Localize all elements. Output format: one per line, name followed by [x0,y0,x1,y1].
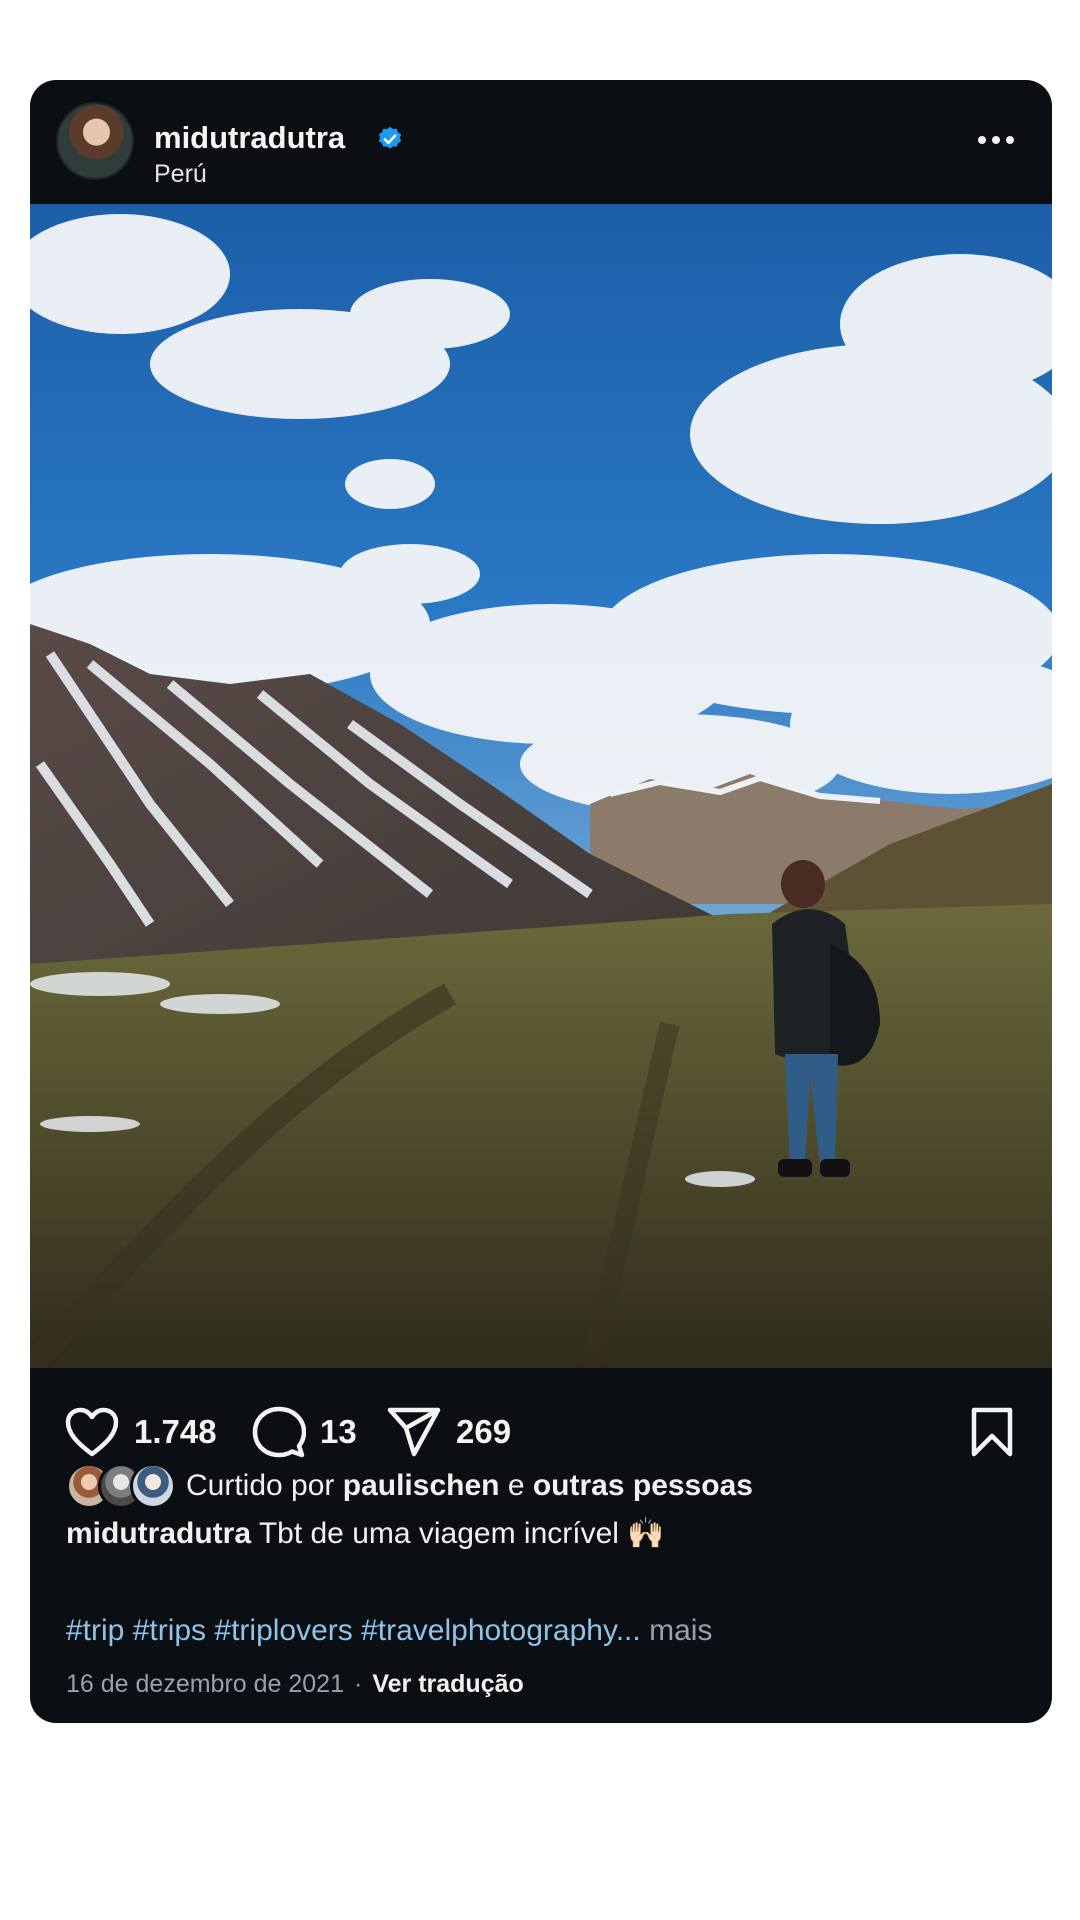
liked-by-and: e [507,1469,525,1502]
avatar [130,1463,176,1509]
post-date: 16 de dezembro de 2021 [66,1670,344,1698]
comment-button[interactable]: 13 [252,1404,357,1460]
bookmark-icon[interactable] [970,1406,1014,1458]
comments-count: 13 [320,1413,357,1450]
liked-by-user[interactable]: paulischen [343,1469,500,1503]
shares-count: 269 [456,1413,512,1450]
caption-text: Tbt de uma viagem incrível 🙌🏻 [258,1517,665,1550]
liked-by-others[interactable]: outras pessoas [533,1469,753,1503]
caption-username[interactable]: midutradutra [66,1517,251,1550]
post-photo[interactable] [30,204,1052,1368]
translate-link[interactable]: Ver tradução [372,1670,523,1698]
post-location[interactable]: Perú [154,160,207,189]
liked-by-avatars [66,1463,178,1509]
liked-by-row[interactable]: Curtido por paulischen e outras pessoas [66,1462,753,1510]
post-card: midutradutra Perú 1.748 13 269 Curtido p… [30,80,1052,1723]
profile-avatar[interactable] [56,102,134,180]
meta-separator: · [354,1670,363,1698]
post-username[interactable]: midutradutra [154,120,345,156]
post-caption: midutradutra Tbt de uma viagem incrível … [66,1516,665,1551]
heart-icon [65,1407,119,1457]
hashtags[interactable]: #trip #trips #triplovers #travelphotogra… [66,1614,641,1647]
post-header: midutradutra Perú [30,80,1052,204]
like-button[interactable]: 1.748 [64,1404,217,1460]
share-button[interactable]: 269 [386,1404,511,1460]
paper-plane-icon [387,1407,441,1457]
more-link[interactable]: mais [649,1614,712,1647]
comment-bubble-icon [252,1406,306,1458]
verified-badge-icon [378,126,402,149]
likes-count[interactable]: 1.748 [134,1413,217,1451]
more-options-icon[interactable] [978,130,1022,150]
post-meta: 16 de dezembro de 2021 · Ver tradução [66,1670,524,1699]
hashtags-row: #trip #trips #triplovers #travelphotogra… [66,1614,712,1648]
liked-by-prefix: Curtido por [186,1469,335,1502]
